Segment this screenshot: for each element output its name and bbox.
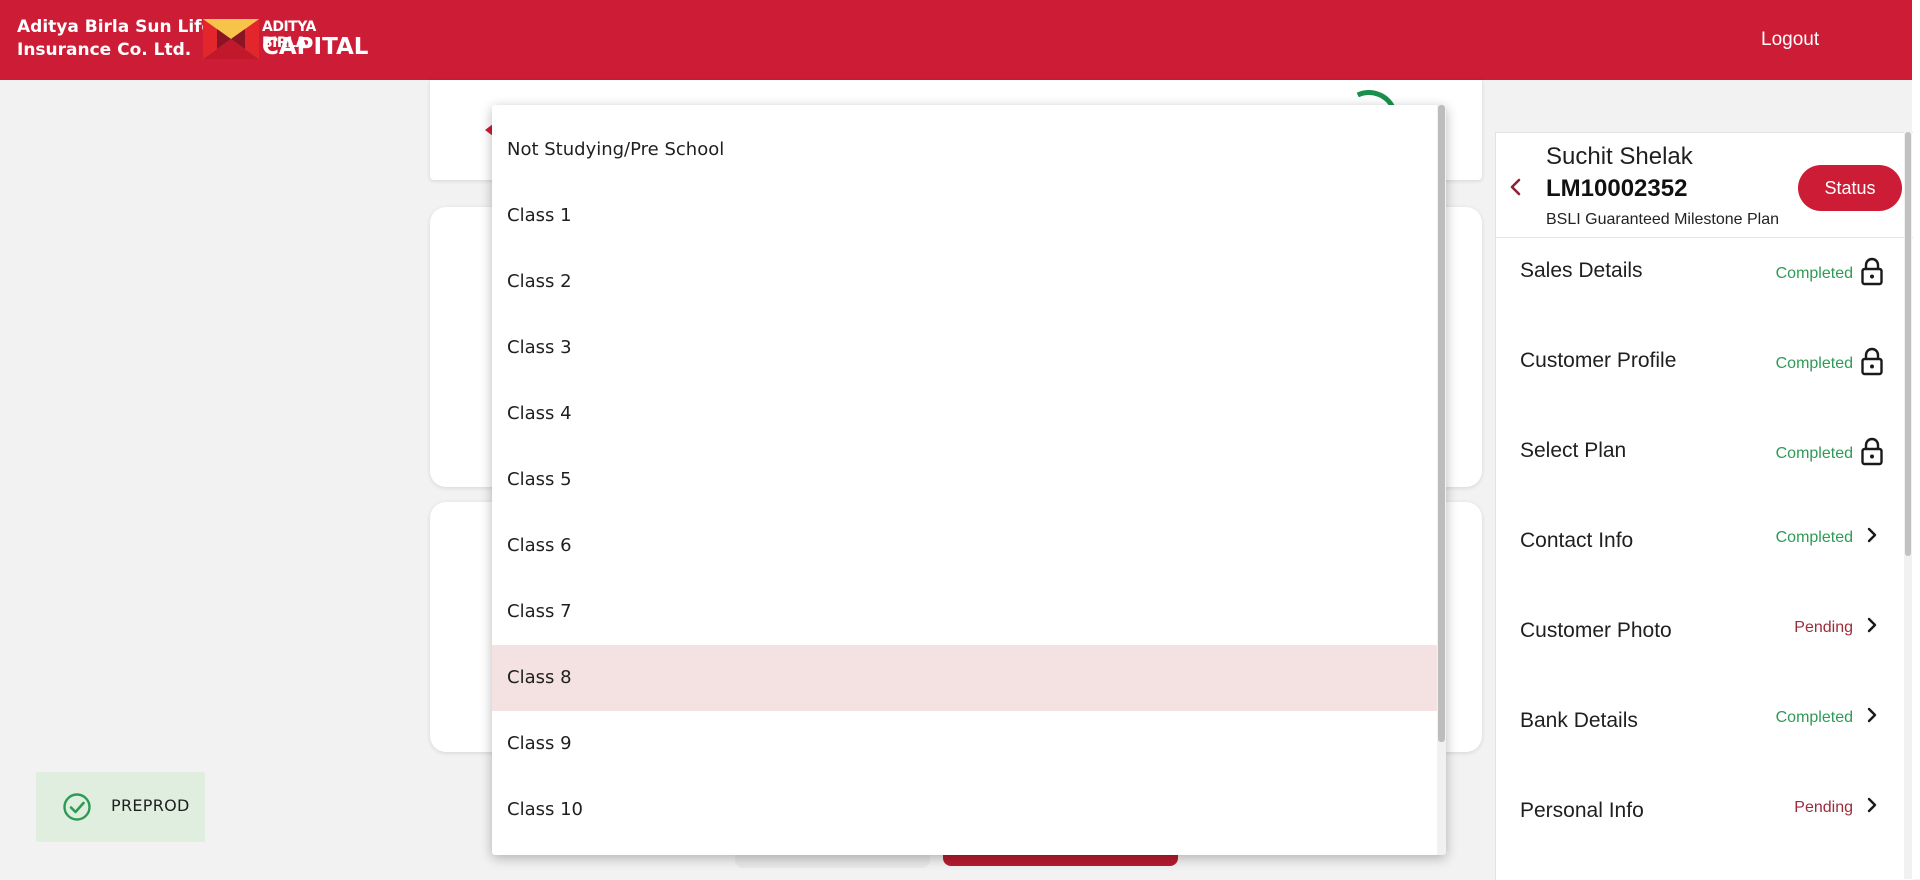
brand-name: Aditya Birla Sun Life Insurance Co. Ltd.: [17, 16, 213, 62]
plan-name: BSLI Guaranteed Milestone Plan: [1546, 211, 1780, 228]
step-select-plan[interactable]: Select Plan Completed: [1496, 425, 1901, 515]
environment-badge: PREPROD: [36, 772, 205, 842]
step-status: Completed: [1775, 445, 1853, 462]
app-header: Aditya Birla Sun Life Insurance Co. Ltd.…: [0, 0, 1912, 80]
lock-icon: [1861, 437, 1883, 466]
class-dropdown-list[interactable]: Not Studying/Pre School Class 1 Class 2 …: [492, 105, 1446, 855]
lead-id: LM10002352: [1546, 175, 1688, 202]
step-customer-profile[interactable]: Customer Profile Completed: [1496, 335, 1901, 425]
brand-line-2: Insurance Co. Ltd.: [17, 40, 192, 60]
chevron-right-icon: [1867, 617, 1877, 633]
step-status: Completed: [1775, 265, 1853, 282]
chevron-right-icon: [1867, 527, 1877, 543]
dropdown-option[interactable]: Class 4: [492, 381, 1437, 447]
step-sales-details[interactable]: Sales Details Completed: [1496, 245, 1901, 335]
step-label: Personal Info: [1520, 799, 1644, 822]
brand-line-1: Aditya Birla Sun Life: [17, 17, 214, 37]
chevron-right-icon: [1867, 797, 1877, 813]
step-status: Pending: [1794, 619, 1853, 636]
step-label: Customer Profile: [1520, 349, 1677, 372]
step-label: Select Plan: [1520, 439, 1627, 462]
panel-scrollbar-thumb[interactable]: [1905, 132, 1911, 556]
step-label: Customer Photo: [1520, 619, 1672, 642]
logo-mark-icon: [203, 19, 259, 59]
aditya-birla-capital-logo: ADITYA BIRLA CAPITAL: [203, 19, 368, 61]
dropdown-option[interactable]: Class 2: [492, 249, 1437, 315]
dropdown-option[interactable]: Class 7: [492, 579, 1437, 645]
dropdown-option[interactable]: Not Studying/Pre School: [492, 117, 1437, 183]
logo-text-bottom: CAPITAL: [262, 34, 369, 60]
step-customer-photo[interactable]: Customer Photo Pending: [1496, 605, 1901, 695]
status-button[interactable]: Status: [1798, 165, 1902, 211]
step-label: Bank Details: [1520, 709, 1638, 732]
step-status: Completed: [1775, 709, 1853, 726]
environment-label: PREPROD: [111, 796, 190, 815]
step-personal-info[interactable]: Personal Info Pending: [1496, 785, 1901, 875]
divider: [1496, 237, 1913, 238]
lock-icon: [1861, 347, 1883, 376]
dropdown-option[interactable]: Class 9: [492, 711, 1437, 777]
dropdown-option[interactable]: Class 3: [492, 315, 1437, 381]
dropdown-option[interactable]: Class 6: [492, 513, 1437, 579]
step-label: Sales Details: [1520, 259, 1643, 282]
dropdown-scrollbar-thumb[interactable]: [1438, 105, 1445, 742]
chevron-right-icon: [1867, 707, 1877, 723]
step-contact-info[interactable]: Contact Info Completed: [1496, 515, 1901, 605]
dropdown-scrollbar[interactable]: [1437, 105, 1446, 855]
customer-name: Suchit Shelak: [1546, 143, 1693, 170]
dropdown-option[interactable]: Class 1: [492, 183, 1437, 249]
step-label: Contact Info: [1520, 529, 1634, 552]
step-status: Completed: [1775, 355, 1853, 372]
check-circle-icon: [63, 793, 91, 821]
application-status-panel: Suchit Shelak LM10002352 BSLI Guaranteed…: [1495, 132, 1913, 880]
chevron-left-icon[interactable]: [1506, 177, 1526, 197]
panel-scrollbar[interactable]: [1904, 132, 1912, 879]
dropdown-option-selected[interactable]: Class 8: [492, 645, 1437, 711]
logout-button[interactable]: Logout: [1761, 29, 1819, 51]
window-edge: [1912, 0, 1920, 879]
dropdown-option[interactable]: Class 10: [492, 777, 1437, 843]
dropdown-option[interactable]: Class 5: [492, 447, 1437, 513]
step-bank-details[interactable]: Bank Details Completed: [1496, 695, 1901, 785]
step-status: Completed: [1775, 529, 1853, 546]
lock-icon: [1861, 257, 1883, 286]
step-status: Pending: [1794, 799, 1853, 816]
